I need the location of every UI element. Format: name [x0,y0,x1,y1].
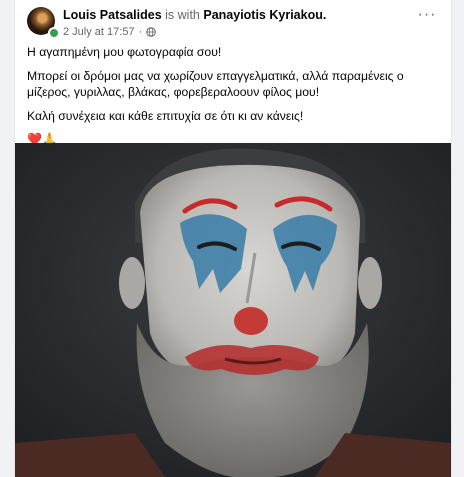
post-photo[interactable] [15,143,451,477]
post-paragraph-1: Η αγαπημένη μου φωτογραφία σου! [27,45,222,59]
post-card: Louis Patsalides is with Panayiotis Kyri… [14,0,452,477]
photo-icon [15,143,451,477]
globe-icon[interactable] [146,27,157,37]
post-paragraph-3: Καλή συνέχεια και κάθε επιτυχία σε ότι κ… [27,109,304,123]
author-line: Louis Patsalides is with Panayiotis Kyri… [63,8,326,23]
tagged-person[interactable]: Panayiotis Kyriakou. [203,8,326,22]
post-meta: Louis Patsalides is with Panayiotis Kyri… [63,8,326,39]
post-paragraph-2: Μπορεί οι δρόμοι μας να χωρίζουν επαγγελ… [27,69,404,99]
meta-separator: · [138,26,143,38]
post-text: Η αγαπημένη μου φωτογραφία σου! Μπορεί ο… [27,44,439,146]
post-timestamp[interactable]: 2 July at 17:57 [63,25,135,39]
post-header: Louis Patsalides is with Panayiotis Kyri… [27,6,441,39]
with-text: is with [165,8,200,22]
online-status-icon [48,27,60,39]
more-options-icon[interactable]: ··· [415,7,439,28]
author-name[interactable]: Louis Patsalides [63,8,162,22]
timestamp-line: 2 July at 17:57 · [63,25,326,39]
